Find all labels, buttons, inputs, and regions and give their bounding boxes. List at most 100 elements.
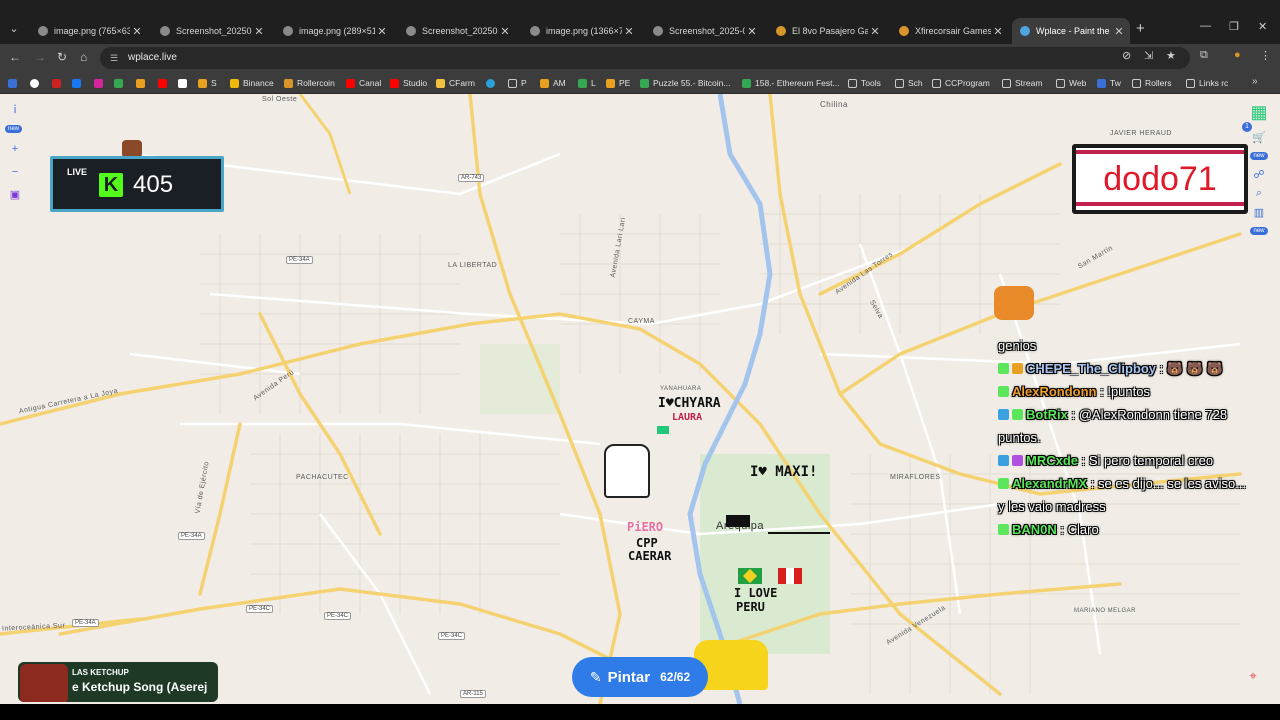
kick-logo-icon: K: [99, 173, 123, 197]
bookmark-folder-stream[interactable]: Stream: [1002, 76, 1042, 90]
bookmark-studio[interactable]: Studio: [390, 76, 427, 90]
bookmark-pe[interactable]: PE: [606, 76, 630, 90]
close-icon[interactable]: ✕: [991, 25, 1005, 38]
bookmark-binance[interactable]: Binance: [230, 76, 274, 90]
map-label: JAVIER HERAUD: [1110, 130, 1172, 137]
bookmark-tw[interactable]: Tw: [1097, 76, 1121, 90]
close-icon[interactable]: ✕: [252, 25, 266, 38]
zoom-out-icon[interactable]: −: [5, 162, 25, 182]
tab-image-289[interactable]: image.png (289×515) ✕: [275, 18, 393, 44]
bookmark-x-icon[interactable]: [178, 76, 191, 90]
map-label: PACHACUTEC: [296, 474, 349, 481]
pixel-art-fox: [994, 286, 1034, 320]
close-icon[interactable]: ✕: [868, 25, 882, 38]
bookmark-folder-tools[interactable]: Tools: [848, 76, 881, 90]
bookmark-folder-links-rc[interactable]: Links rc: [1186, 76, 1228, 90]
close-icon[interactable]: ✕: [498, 25, 512, 38]
close-icon[interactable]: ✕: [375, 25, 389, 38]
badge-icon: [1012, 409, 1023, 420]
back-icon[interactable]: ←: [9, 50, 21, 64]
tab-wplace[interactable]: Wplace - Paint the world ✕: [1012, 18, 1130, 44]
close-icon[interactable]: ✕: [745, 25, 759, 38]
bookmark-l[interactable]: L: [578, 76, 596, 90]
bookmark-red-icon[interactable]: [52, 76, 65, 90]
tab-xfirecorsair[interactable]: Xfirecorsair Games | K ✕: [891, 18, 1009, 44]
locate-icon[interactable]: ⌖: [1244, 668, 1262, 686]
bookmark-drive-icon[interactable]: [114, 76, 127, 90]
menu-icon[interactable]: ⋮: [1260, 49, 1271, 62]
bookmark-chart-icon[interactable]: [136, 76, 149, 90]
kick-icon: [899, 26, 909, 36]
close-icon[interactable]: ✕: [622, 25, 636, 38]
close-window-icon[interactable]: ✕: [1258, 20, 1267, 33]
tab-screenshot-1[interactable]: Screenshot_20250804 ✕: [152, 18, 270, 44]
bookmark-telegram-icon[interactable]: [486, 76, 499, 90]
bookmark-facebook-icon[interactable]: [72, 76, 85, 90]
chat-message: AlexandrMX : se es dijo... se les aviso.…: [998, 476, 1247, 514]
home-icon[interactable]: ⌂: [80, 50, 87, 64]
chat-message: CHEPE_The_Clipboy : 🐻 🐻 🐻: [998, 357, 1248, 380]
extensions-icon[interactable]: ⧉: [1200, 49, 1208, 62]
chat-message: MRCxde : Si pero temporal creo: [998, 449, 1248, 472]
reload-icon[interactable]: ↻: [57, 50, 67, 64]
tab-image-765[interactable]: image.png (765×633) ✕: [30, 18, 148, 44]
cart-icon[interactable]: 🛒: [1244, 131, 1274, 144]
kick-viewer-counter: LIVE K 405: [50, 156, 224, 212]
tab-8vo-pasajero[interactable]: El 8vo Pasajero Games ✕: [768, 18, 886, 44]
bookmark-instagram-icon[interactable]: [94, 76, 107, 90]
bookmark-folder-sch[interactable]: Sch: [895, 76, 923, 90]
tab-screenshot-3[interactable]: Screenshot_2025-08 ✕: [645, 18, 763, 44]
brazil-flag-icon: [738, 568, 762, 584]
streamer-name-box: dodo71: [1072, 144, 1248, 214]
address-bar[interactable]: ☰ wplace.live: [100, 47, 1190, 69]
search-map-icon[interactable]: ⌕: [1244, 187, 1274, 200]
tab-screenshot-2[interactable]: Screenshot_20250804 ✕: [398, 18, 516, 44]
bookmark-s[interactable]: S: [198, 76, 217, 90]
bookmark-folder-rollers[interactable]: Rollers: [1132, 76, 1171, 90]
tab-search-icon[interactable]: ⌄: [6, 21, 22, 37]
bookmark-apps-icon[interactable]: [8, 76, 21, 90]
minimize-icon[interactable]: —: [1200, 20, 1211, 32]
bookmark-rollercoin[interactable]: Rollercoin: [284, 76, 335, 90]
bookmark-youtube-icon[interactable]: [158, 76, 171, 90]
streamer-name: dodo71: [1103, 160, 1217, 198]
road-shield: PE-34A: [286, 256, 313, 264]
forward-icon[interactable]: →: [34, 50, 46, 64]
left-controls: ⅰ new + − ▣: [5, 100, 27, 208]
map-label: MARIANO MELGAR: [1074, 608, 1137, 614]
pixel-art-chyara: I♥CHYARA: [658, 396, 721, 411]
close-icon[interactable]: ✕: [130, 25, 144, 38]
map-label: LA LIBERTAD: [448, 262, 498, 269]
bookmark-am[interactable]: AM: [540, 76, 566, 90]
bookmark-158[interactable]: 158.- Ethereum Fest...: [742, 76, 840, 90]
bookmark-p[interactable]: P: [508, 76, 527, 90]
bookmark-cfarm[interactable]: CFarm: [436, 76, 475, 90]
map-canvas[interactable]: Sol Oeste Chilina JAVIER HERAUD LA LIBER…: [0, 94, 1280, 704]
paint-button[interactable]: ✎ Pintar 62/62: [572, 657, 708, 697]
bookmark-folder-web[interactable]: Web: [1056, 76, 1086, 90]
users-icon[interactable]: ☍: [1244, 168, 1274, 181]
zoom-in-icon[interactable]: +: [5, 139, 25, 159]
road-shield: AR-743: [458, 174, 485, 182]
new-tab-icon[interactable]: +: [1136, 20, 1145, 37]
leaderboard-icon[interactable]: ▥: [1244, 206, 1274, 219]
bookmark-clock-icon[interactable]: [30, 76, 43, 90]
twitch-icon[interactable]: ▣: [5, 185, 25, 205]
site-info-icon[interactable]: ☰: [110, 47, 118, 69]
tab-image-1366[interactable]: image.png (1366×768) ✕: [522, 18, 640, 44]
eye-off-icon[interactable]: ⊘: [1122, 49, 1131, 62]
bookmark-puzzle-55[interactable]: Puzzle 55.- Bitcoin...: [640, 76, 730, 90]
restore-icon[interactable]: ❐: [1229, 20, 1239, 33]
profile-icon[interactable]: ●: [1234, 49, 1241, 61]
pixel-art-block: [657, 426, 669, 434]
bookmark-folder-ccprogram[interactable]: CCProgram: [932, 76, 990, 90]
bookmark-canal[interactable]: Canal: [346, 76, 381, 90]
more-bookmarks-icon[interactable]: »: [1252, 76, 1258, 87]
viewer-count: 405: [133, 171, 174, 198]
install-icon[interactable]: ⇲: [1144, 49, 1153, 62]
user-avatar-icon[interactable]: ▦: [1244, 102, 1274, 123]
close-icon[interactable]: ✕: [1112, 25, 1126, 38]
star-icon[interactable]: ★: [1166, 49, 1176, 62]
tab-strip: ⌄ image.png (765×633) ✕ Screenshot_20250…: [0, 0, 1280, 44]
badge-icon: [998, 386, 1009, 397]
